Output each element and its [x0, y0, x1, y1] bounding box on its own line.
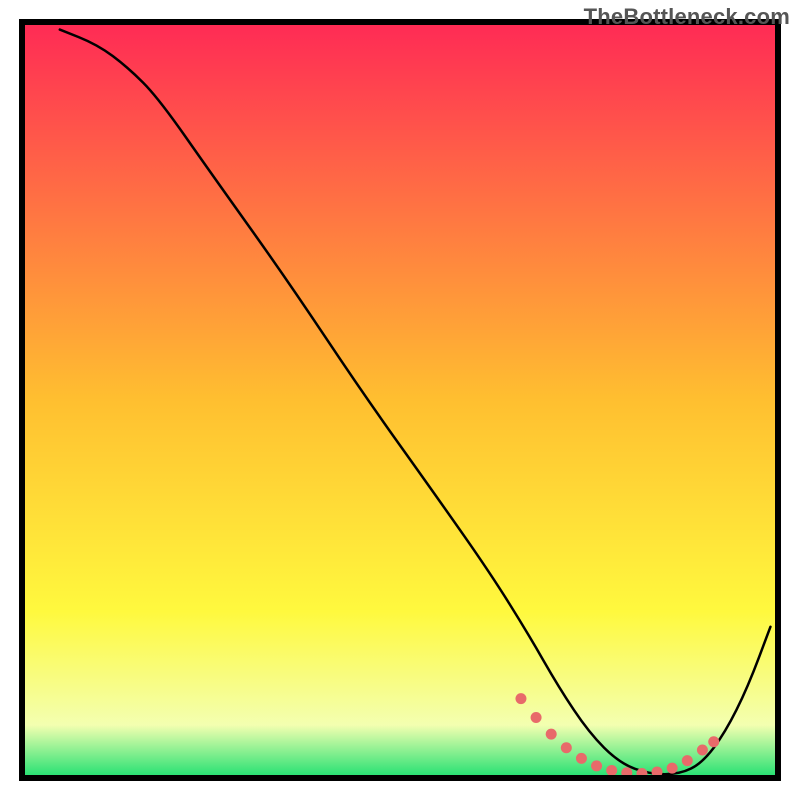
highlight-dot	[591, 760, 602, 771]
highlight-dot	[546, 729, 557, 740]
highlight-dot	[515, 693, 526, 704]
highlight-dot	[682, 755, 693, 766]
highlight-dot	[531, 712, 542, 723]
plot-background	[22, 22, 778, 778]
highlight-dot	[576, 753, 587, 764]
highlight-dot	[561, 742, 572, 753]
highlight-dot	[708, 736, 719, 747]
highlight-dot	[606, 765, 617, 776]
chart-canvas	[0, 0, 800, 800]
watermark-text: TheBottleneck.com	[584, 4, 790, 30]
highlight-dot	[667, 763, 678, 774]
highlight-dot	[697, 745, 708, 756]
